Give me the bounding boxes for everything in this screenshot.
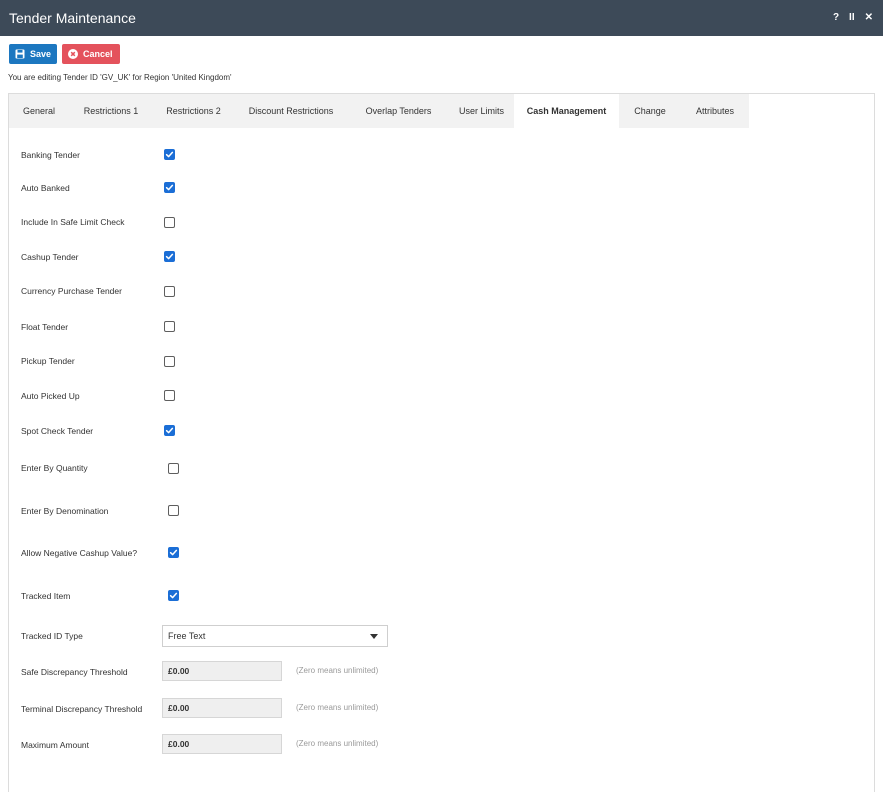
terminal-discrepancy-threshold-label: Terminal Discrepancy Threshold [21, 704, 143, 714]
window-titlebar: Tender Maintenance ? II ✕ [0, 0, 883, 36]
tab-change[interactable]: Change [619, 94, 681, 128]
auto-picked-up-label: Auto Picked Up [21, 391, 80, 401]
auto-banked-label: Auto Banked [21, 183, 70, 193]
checkmark-icon [165, 253, 174, 260]
spot-check-tender-checkbox[interactable] [164, 425, 175, 436]
banking-tender-label: Banking Tender [21, 150, 80, 160]
close-icon[interactable]: ✕ [865, 12, 873, 23]
tab-user-limits[interactable]: User Limits [449, 94, 514, 128]
tab-bar: General Restrictions 1 Restrictions 2 Di… [9, 94, 749, 128]
save-label: Save [30, 49, 52, 59]
safe-discrepancy-threshold-hint: (Zero means unlimited) [296, 666, 379, 675]
tab-general[interactable]: General [9, 94, 69, 128]
pickup-tender-label: Pickup Tender [21, 356, 75, 366]
float-tender-checkbox[interactable] [164, 321, 175, 332]
terminal-discrepancy-threshold-hint: (Zero means unlimited) [296, 703, 379, 712]
editing-notice: You are editing Tender ID 'GV_UK' for Re… [8, 73, 232, 82]
checkmark-icon [165, 151, 174, 158]
tab-attributes[interactable]: Attributes [681, 94, 749, 128]
floppy-disk-icon [15, 49, 25, 59]
enter-by-quantity-checkbox[interactable] [168, 463, 179, 474]
maximum-amount-input[interactable] [162, 734, 282, 754]
tab-overlap-tenders[interactable]: Overlap Tenders [348, 94, 449, 128]
cancel-label: Cancel [83, 49, 113, 59]
cashup-tender-checkbox[interactable] [164, 251, 175, 262]
caret-down-icon [370, 634, 378, 639]
tender-panel: General Restrictions 1 Restrictions 2 Di… [8, 93, 875, 792]
save-button[interactable]: Save [9, 44, 57, 64]
safe-discrepancy-threshold-input[interactable] [162, 661, 282, 681]
tab-cash-management[interactable]: Cash Management [514, 94, 619, 128]
safe-discrepancy-threshold-label: Safe Discrepancy Threshold [21, 667, 128, 677]
enter-by-denomination-checkbox[interactable] [168, 505, 179, 516]
help-icon[interactable]: ? [833, 12, 839, 23]
float-tender-label: Float Tender [21, 322, 69, 332]
allow-negative-cashup-value-label: Allow Negative Cashup Value? [21, 548, 138, 558]
tab-discount-restrictions[interactable]: Discount Restrictions [234, 94, 348, 128]
auto-banked-checkbox[interactable] [164, 182, 175, 193]
checkmark-icon [169, 592, 178, 599]
allow-negative-cashup-value-checkbox[interactable] [168, 547, 179, 558]
window-title: Tender Maintenance [9, 10, 136, 26]
pause-icon[interactable]: II [849, 12, 855, 23]
maximum-amount-hint: (Zero means unlimited) [296, 739, 379, 748]
tab-restrictions-2[interactable]: Restrictions 2 [153, 94, 234, 128]
banking-tender-checkbox[interactable] [164, 149, 175, 160]
tracked-id-type-value: Free Text [168, 631, 206, 641]
tracked-id-type-label: Tracked ID Type [21, 631, 83, 641]
cancel-button[interactable]: Cancel [62, 44, 120, 64]
checkmark-icon [165, 184, 174, 191]
cancel-circle-icon [68, 49, 78, 59]
maximum-amount-label: Maximum Amount [21, 740, 90, 750]
spot-check-tender-label: Spot Check Tender [21, 426, 94, 436]
cashup-tender-label: Cashup Tender [21, 252, 79, 262]
checkmark-icon [169, 549, 178, 556]
enter-by-quantity-label: Enter By Quantity [21, 463, 88, 473]
auto-picked-up-checkbox[interactable] [164, 390, 175, 401]
checkmark-icon [165, 427, 174, 434]
include-in-safe-limit-check-label: Include In Safe Limit Check [21, 217, 125, 227]
tracked-item-checkbox[interactable] [168, 590, 179, 601]
tracked-id-type-select[interactable]: Free Text [162, 625, 388, 647]
pickup-tender-checkbox[interactable] [164, 356, 175, 367]
currency-purchase-tender-checkbox[interactable] [164, 286, 175, 297]
enter-by-denomination-label: Enter By Denomination [21, 506, 109, 516]
currency-purchase-tender-label: Currency Purchase Tender [21, 286, 122, 296]
tab-restrictions-1[interactable]: Restrictions 1 [69, 94, 153, 128]
terminal-discrepancy-threshold-input[interactable] [162, 698, 282, 718]
include-in-safe-limit-check-checkbox[interactable] [164, 217, 175, 228]
tracked-item-label: Tracked Item [21, 591, 71, 601]
window-controls: ? II ✕ [833, 12, 873, 23]
